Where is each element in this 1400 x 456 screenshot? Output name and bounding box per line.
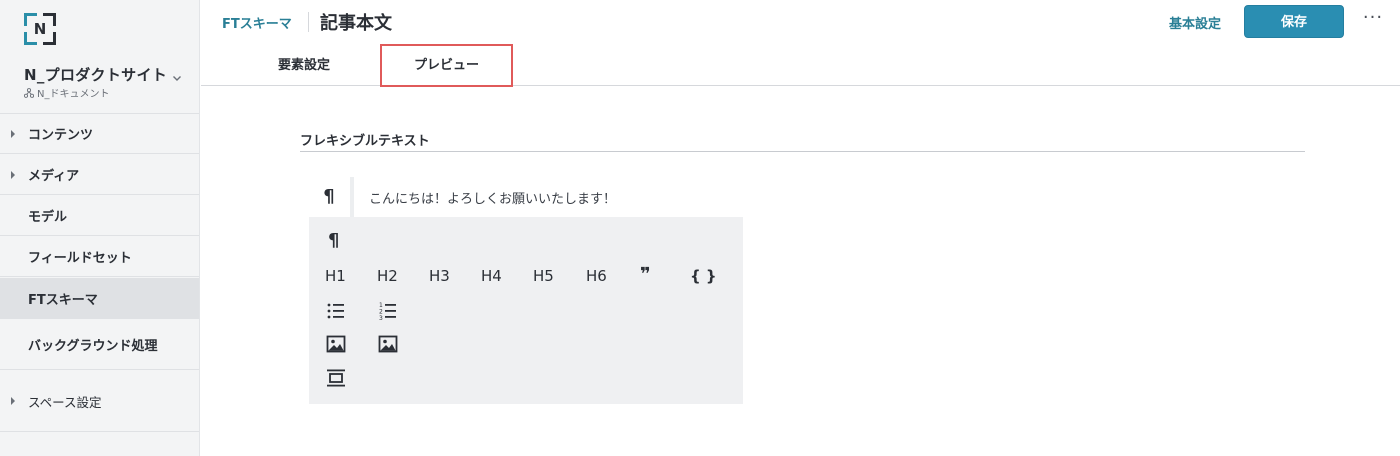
sidebar-item-label: バックグラウンド処理: [28, 339, 158, 354]
app-logo[interactable]: N: [24, 13, 56, 45]
sidebar-item-contents[interactable]: コンテンツ: [0, 114, 199, 154]
caret-right-icon: [11, 397, 15, 405]
caret-right-icon: [11, 170, 15, 179]
section-title: フレキシブルテキスト: [300, 134, 430, 149]
quote-icon[interactable]: ❞: [640, 264, 651, 285]
sidebar-item-label: メディア: [28, 169, 80, 184]
sidebar-item-ft-schema[interactable]: FTスキーマ: [0, 278, 199, 319]
heading-5-option[interactable]: H5: [533, 267, 554, 285]
page-title: 記事本文: [320, 13, 392, 34]
paragraph-option-icon[interactable]: ¶: [328, 230, 339, 251]
svg-text:3: 3: [379, 315, 383, 321]
org-icon: [24, 87, 34, 98]
image-gallery-icon[interactable]: [378, 334, 398, 354]
section-divider: [300, 151, 1305, 152]
paragraph-block[interactable]: ¶ こんにちは！よろしくお願いいたします！: [309, 177, 743, 217]
space-name: N_プロダクトサイト: [24, 66, 168, 84]
space-sub: N_ドキュメント: [24, 85, 109, 100]
chevron-down-icon[interactable]: [171, 72, 183, 84]
logo-letter: N: [33, 20, 47, 38]
space-sub-label: N_ドキュメント: [37, 89, 110, 100]
heading-1-option[interactable]: H1: [325, 267, 346, 285]
sidebar-item-label: フィールドセット: [28, 251, 132, 266]
heading-6-option[interactable]: H6: [586, 267, 607, 285]
sidebar-item-label: FTスキーマ: [28, 292, 98, 308]
image-icon[interactable]: [326, 334, 346, 354]
more-icon[interactable]: ···: [1361, 8, 1385, 32]
space-switcher[interactable]: N_プロダクトサイト N_ドキュメント: [0, 58, 199, 114]
heading-3-option[interactable]: H3: [429, 267, 450, 285]
sidebar-item-background-jobs[interactable]: バックグラウンド処理: [0, 320, 199, 370]
tab-element-settings[interactable]: 要素設定: [249, 44, 359, 86]
sidebar: N N_プロダクトサイト N_ドキュメント コンテンツ メディア モデル フィー…: [0, 0, 200, 456]
tab-preview[interactable]: プレビュー: [380, 44, 513, 87]
heading-4-option[interactable]: H4: [481, 267, 502, 285]
heading-2-option[interactable]: H2: [377, 267, 398, 285]
page-header: FTスキーマ 記事本文 基本設定 保存 ··· 要素設定 プレビュー: [201, 0, 1400, 87]
block-bar: [350, 177, 354, 217]
basic-settings-link[interactable]: 基本設定: [1169, 13, 1221, 32]
paragraph-text[interactable]: こんにちは！よろしくお願いいたします！: [369, 188, 616, 207]
sidebar-item-label: スペース設定: [28, 394, 102, 410]
breadcrumb[interactable]: FTスキーマ: [222, 13, 292, 32]
bulleted-list-icon[interactable]: [326, 301, 346, 321]
sidebar-item-space-settings[interactable]: スペース設定: [0, 371, 199, 432]
caret-right-icon: [11, 129, 15, 138]
embed-block-icon[interactable]: [326, 368, 346, 388]
sidebar-item-label: モデル: [28, 210, 68, 225]
sidebar-item-fieldsets[interactable]: フィールドセット: [0, 237, 199, 277]
paragraph-icon[interactable]: ¶: [309, 177, 349, 217]
save-button[interactable]: 保存: [1244, 5, 1344, 38]
block-type-menu: ¶ H1 H2 H3 H4 H5 H6 ❞ { } 1 2 3: [309, 217, 743, 404]
breadcrumb-divider: [308, 12, 309, 32]
sidebar-item-media[interactable]: メディア: [0, 155, 199, 195]
sidebar-item-label: コンテンツ: [28, 128, 94, 143]
sidebar-item-models[interactable]: モデル: [0, 196, 199, 236]
numbered-list-icon[interactable]: 1 2 3: [378, 301, 398, 321]
code-block-icon[interactable]: { }: [690, 267, 717, 285]
